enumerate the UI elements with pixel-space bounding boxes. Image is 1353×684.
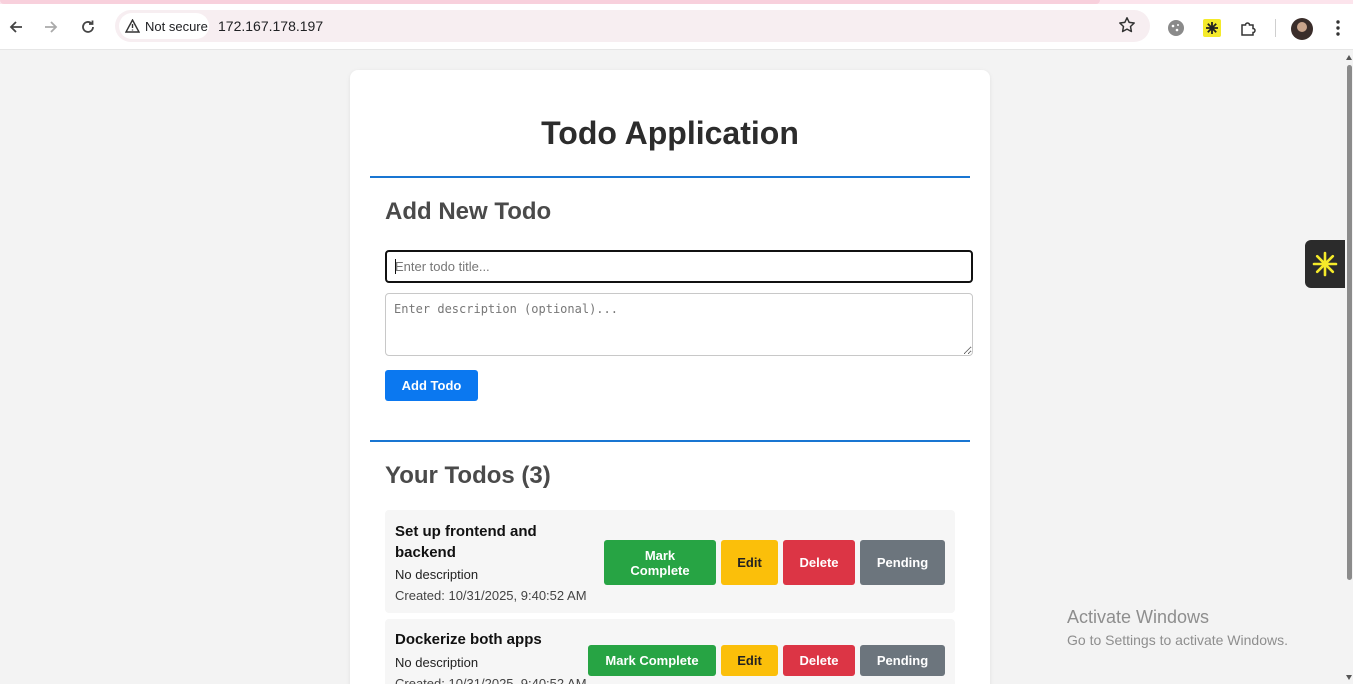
status-pending-button[interactable]: Pending xyxy=(860,645,945,676)
page-viewport: Todo Application Add New Todo Add Todo Y… xyxy=(0,51,1345,684)
url-text[interactable]: 172.167.178.197 xyxy=(218,18,323,34)
asterisk-icon xyxy=(1312,251,1338,277)
arrow-right-icon xyxy=(45,21,58,33)
scroll-up-arrow[interactable] xyxy=(1346,55,1352,60)
delete-button[interactable]: Delete xyxy=(783,645,855,676)
toolbar-divider xyxy=(1275,19,1276,37)
puzzle-icon xyxy=(1241,22,1256,36)
back-button[interactable] xyxy=(2,13,30,41)
todo-title: Dockerize both apps xyxy=(395,631,542,648)
page-scrollbar[interactable] xyxy=(1345,51,1353,684)
status-pending-button[interactable]: Pending xyxy=(860,540,945,585)
warning-icon xyxy=(125,19,140,33)
page-title: Todo Application xyxy=(541,115,799,151)
edit-button[interactable]: Edit xyxy=(721,645,778,676)
star-icon xyxy=(1119,17,1135,33)
extension-button[interactable] xyxy=(1165,17,1187,39)
text-caret xyxy=(395,259,396,274)
extension-button[interactable] xyxy=(1201,17,1223,39)
mark-complete-button[interactable]: Mark Complete xyxy=(588,645,716,676)
edit-button[interactable]: Edit xyxy=(721,540,778,585)
scrollbar-thumb[interactable] xyxy=(1347,65,1352,580)
todo-created-date: Created: 10/31/2025, 9:40:52 AM xyxy=(395,588,587,603)
add-todo-heading: Add New Todo xyxy=(385,198,552,225)
delete-button[interactable]: Delete xyxy=(783,540,855,585)
todo-item: Dockerize both apps No description Creat… xyxy=(385,619,955,684)
add-todo-button[interactable]: Add Todo xyxy=(385,370,478,401)
browser-menu-button[interactable] xyxy=(1327,17,1349,39)
reload-icon xyxy=(82,20,94,33)
todo-title-input[interactable] xyxy=(385,250,973,283)
mark-complete-button[interactable]: Mark Complete xyxy=(604,540,716,585)
todo-description: No description xyxy=(395,567,479,582)
activate-windows-subtitle: Go to Settings to activate Windows. xyxy=(1067,632,1288,648)
address-bar[interactable]: Not secure 172.167.178.197 xyxy=(115,10,1150,42)
profile-avatar[interactable] xyxy=(1291,18,1313,40)
todo-created-date: Created: 10/31/2025, 9:40:52 AM xyxy=(395,676,587,684)
bookmark-button[interactable] xyxy=(1118,16,1138,36)
section-divider xyxy=(370,440,970,442)
section-divider xyxy=(370,176,970,178)
extensions-menu-button[interactable] xyxy=(1237,17,1259,39)
scroll-down-arrow[interactable] xyxy=(1346,675,1352,680)
arrow-left-icon xyxy=(9,21,22,33)
browser-toolbar: Not secure 172.167.178.197 xyxy=(0,4,1353,50)
todo-description: No description xyxy=(395,655,479,670)
forward-button[interactable] xyxy=(37,13,65,41)
activate-windows-title: Activate Windows xyxy=(1067,607,1210,627)
todo-app-card: Todo Application Add New Todo Add Todo Y… xyxy=(350,70,990,684)
reload-button[interactable] xyxy=(74,13,102,41)
side-extension-widget[interactable] xyxy=(1305,240,1345,288)
more-vertical-icon xyxy=(1336,20,1340,36)
todo-description-input[interactable] xyxy=(385,293,973,356)
cookie-icon xyxy=(1168,20,1184,36)
security-label: Not secure xyxy=(145,18,208,34)
todo-title: Set up frontend and backend xyxy=(395,523,537,561)
asterisk-extension-icon xyxy=(1203,19,1221,37)
security-indicator[interactable]: Not secure xyxy=(119,13,209,39)
todos-heading: Your Todos (3) xyxy=(385,462,551,489)
todo-item: Set up frontend and backend No descripti… xyxy=(385,510,955,613)
